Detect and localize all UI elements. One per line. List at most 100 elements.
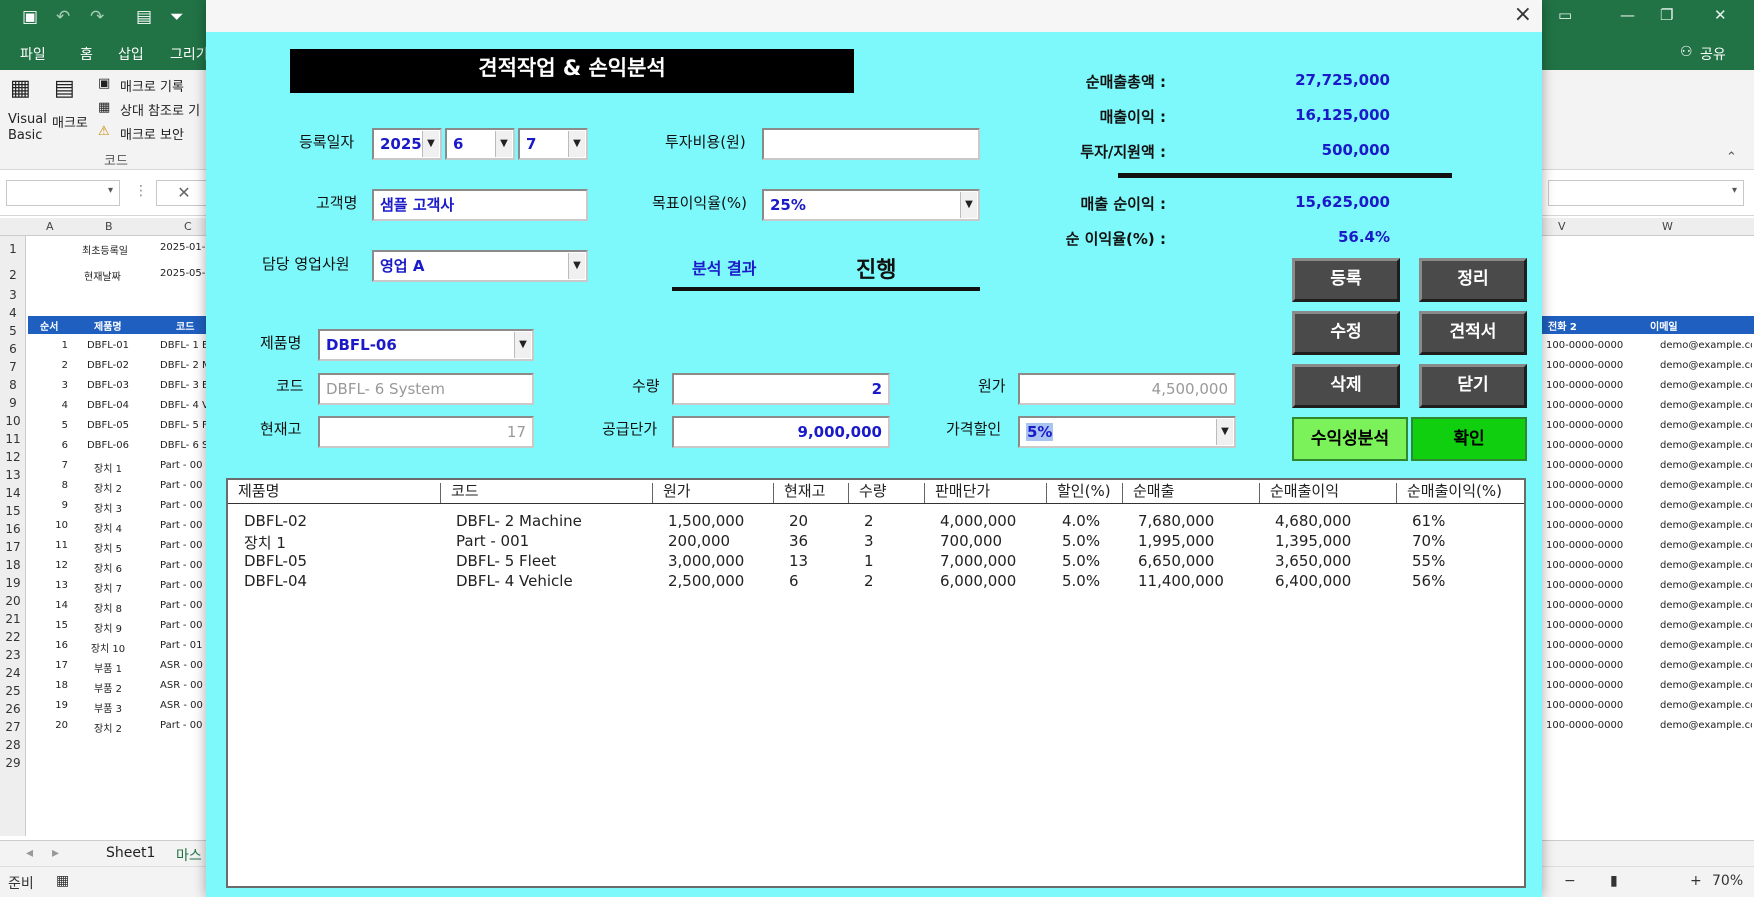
cell-seq[interactable]: 1 [28, 340, 68, 351]
filter-icon[interactable]: ⏷ [170, 7, 184, 27]
row-number[interactable]: 6 [0, 342, 26, 356]
cell-phone2[interactable]: 100-0000-0000 [1546, 480, 1646, 491]
redo-icon[interactable]: ↷ [90, 7, 104, 27]
cell-code[interactable]: Part - 00 [160, 480, 206, 491]
cell-code[interactable]: Part - 00 [160, 500, 206, 511]
customer-field[interactable]: 샘플 고객사 [372, 189, 588, 221]
cell-seq[interactable]: 9 [28, 500, 68, 511]
list-col-qty[interactable]: 수량 [848, 483, 887, 503]
row-number[interactable]: 8 [0, 378, 26, 392]
tab-draw[interactable]: 그리기 [170, 44, 209, 64]
cell-email[interactable]: demo@example.com [1660, 380, 1752, 391]
col-header-v[interactable]: V [1558, 220, 1566, 233]
relative-ref-button[interactable]: 상대 참조로 기 [120, 100, 200, 119]
col-header-w[interactable]: W [1662, 220, 1673, 233]
chevron-down-icon[interactable]: ▼ [495, 131, 512, 157]
cell-code[interactable]: Part - 00 [160, 720, 206, 731]
qty-field[interactable]: 2 [672, 373, 890, 405]
discount-select[interactable]: 5% ▼ [1018, 416, 1236, 448]
cell-product[interactable]: 장치 8 [80, 600, 136, 615]
edit-button[interactable]: 수정 [1292, 311, 1400, 355]
cell-email[interactable]: demo@example.com [1660, 480, 1752, 491]
row-number[interactable]: 24 [0, 666, 26, 680]
list-col-discount[interactable]: 할인(%) [1046, 483, 1111, 503]
quote-button[interactable]: 견적서 [1419, 311, 1527, 355]
chevron-down-icon[interactable]: ▼ [514, 332, 531, 358]
row-number[interactable]: 29 [0, 756, 26, 770]
col-header-c[interactable]: C [184, 220, 192, 233]
row-number[interactable]: 14 [0, 486, 26, 500]
sheet-tab-master[interactable]: 마스 [176, 845, 202, 865]
undo-icon[interactable]: ↶ [56, 7, 70, 27]
cell-seq[interactable]: 10 [28, 520, 68, 531]
row-number[interactable]: 15 [0, 504, 26, 518]
cell-seq[interactable]: 20 [28, 720, 68, 731]
cell-code[interactable]: DBFL- 4 Veh [160, 400, 206, 411]
cell-phone2[interactable]: 100-0000-0000 [1546, 640, 1646, 651]
cell-email[interactable]: demo@example.com [1660, 620, 1752, 631]
cell-code[interactable]: DBFL- 1 El [160, 340, 206, 351]
list-col-code[interactable]: 코드 [440, 483, 479, 503]
cell-phone2[interactable]: 100-0000-0000 [1546, 340, 1646, 351]
row-number[interactable]: 5 [0, 324, 26, 338]
cell-code[interactable]: Part - 00 [160, 540, 206, 551]
list-row[interactable]: DBFL-04 DBFL- 4 Vehicle 2,500,000 6 2 6,000,0… [228, 572, 1524, 592]
cell-phone2[interactable]: 100-0000-0000 [1546, 580, 1646, 591]
row-number[interactable]: 19 [0, 576, 26, 590]
cell-phone2[interactable]: 100-0000-0000 [1546, 620, 1646, 631]
chevron-down-icon[interactable]: ▼ [422, 131, 439, 157]
col-header-a[interactable]: A [46, 220, 54, 233]
cell-email[interactable]: demo@example.com [1660, 360, 1752, 371]
sheet-next-icon[interactable]: ▸ [52, 845, 59, 861]
cell-email[interactable]: demo@example.com [1660, 720, 1752, 731]
macro-record-icon[interactable]: ▦ [56, 873, 69, 889]
tab-home[interactable]: 홈 [80, 44, 93, 64]
cell-phone2[interactable]: 100-0000-0000 [1546, 520, 1646, 531]
analyze-button[interactable]: 수익성분석 [1292, 417, 1408, 461]
cell-phone2[interactable]: 100-0000-0000 [1546, 460, 1646, 471]
row-number[interactable]: 22 [0, 630, 26, 644]
stock-field[interactable]: 17 [318, 416, 534, 448]
header-phone2[interactable]: 전화 2 [1548, 318, 1577, 333]
cell-phone2[interactable]: 100-0000-0000 [1546, 440, 1646, 451]
collapse-ribbon-icon[interactable]: ⌃ [1726, 150, 1737, 165]
quote-items-list[interactable]: 제품명 코드 원가 현재고 수량 판매단가 할인(%) 순매출 순매출이익 순매… [226, 478, 1526, 888]
cell-phone2[interactable]: 100-0000-0000 [1546, 680, 1646, 691]
close-button[interactable]: 닫기 [1419, 364, 1527, 408]
cell-code[interactable]: Part - 00 [160, 520, 206, 531]
row-number[interactable]: 18 [0, 558, 26, 572]
cell-first-reg-label[interactable]: 최초등록일 [82, 242, 128, 257]
list-col-unit-price[interactable]: 판매단가 [924, 483, 990, 503]
cell-code[interactable]: DBFL- 2 Mac [160, 360, 206, 371]
cell-code[interactable]: ASR - 00 [160, 680, 206, 691]
cell-email[interactable]: demo@example.com [1660, 340, 1752, 351]
row-number[interactable]: 12 [0, 450, 26, 464]
cost-field[interactable]: 4,500,000 [1018, 373, 1236, 405]
list-col-product[interactable]: 제품명 [228, 483, 279, 503]
target-rate-select[interactable]: 25% ▼ [762, 189, 980, 221]
day-select[interactable]: 7 ▼ [518, 128, 588, 160]
col-header-b[interactable]: B [105, 220, 113, 233]
cell-phone2[interactable]: 100-0000-0000 [1546, 500, 1646, 511]
list-row[interactable]: DBFL-02 DBFL- 2 Machine 1,500,000 20 2 4,000,… [228, 512, 1524, 532]
cell-seq[interactable]: 8 [28, 480, 68, 491]
cell-phone2[interactable]: 100-0000-0000 [1546, 360, 1646, 371]
cell-email[interactable]: demo@example.com [1660, 560, 1752, 571]
cell-email[interactable]: demo@example.com [1660, 640, 1752, 651]
cell-email[interactable]: demo@example.com [1660, 400, 1752, 411]
delete-button[interactable]: 삭제 [1292, 364, 1400, 408]
cell-email[interactable]: demo@example.com [1660, 600, 1752, 611]
cell-email[interactable]: demo@example.com [1660, 460, 1752, 471]
row-number[interactable]: 4 [0, 306, 26, 320]
row-number[interactable]: 17 [0, 540, 26, 554]
zoom-out-icon[interactable]: − [1564, 873, 1576, 889]
expand-formula-icon[interactable]: ▾ [1732, 185, 1737, 196]
invest-field[interactable] [762, 128, 980, 160]
header-product[interactable]: 제품명 [94, 318, 122, 333]
name-box-dropdown-icon[interactable]: ▾ [108, 185, 113, 196]
cell-product[interactable]: DBFL-02 [80, 360, 136, 371]
row-number[interactable]: 9 [0, 396, 26, 410]
cell-today-label[interactable]: 현재날짜 [84, 268, 121, 283]
zoom-slider[interactable]: ▮ [1610, 873, 1618, 889]
cell-seq[interactable]: 19 [28, 700, 68, 711]
